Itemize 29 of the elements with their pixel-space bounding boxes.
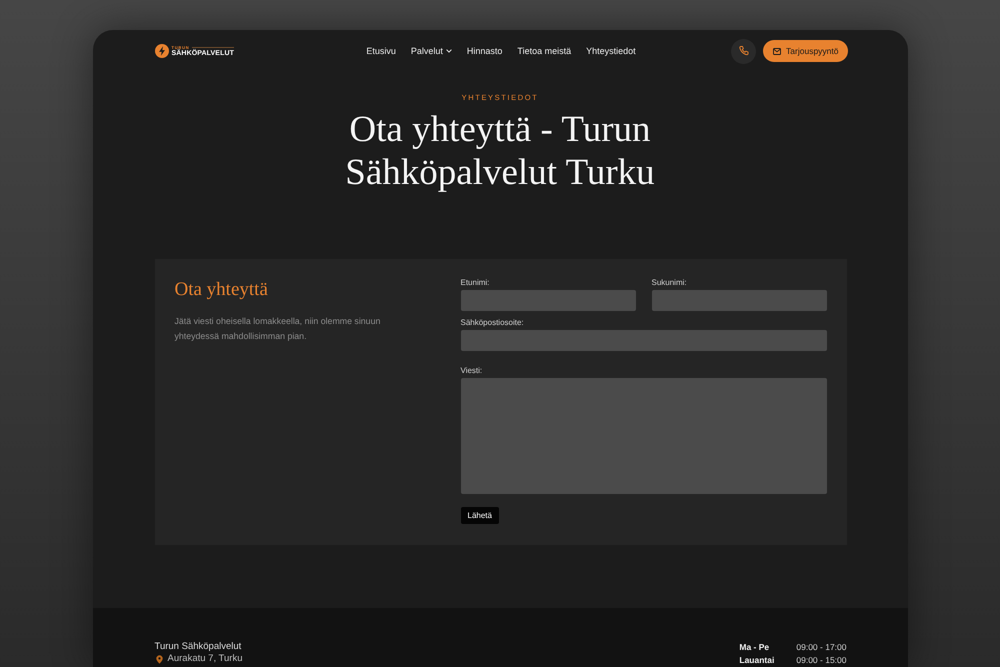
opening-hours: 09:00 - 17:00 [796, 641, 846, 653]
opening-days: Lauantai [739, 654, 796, 666]
mail-icon [773, 48, 782, 54]
input-field[interactable] [460, 330, 826, 351]
lightning-bolt-icon [154, 44, 168, 58]
field-label: Sukunimi: [652, 278, 688, 288]
nav-link[interactable]: Hinnasto [466, 46, 502, 56]
message-field[interactable] [460, 378, 826, 494]
address-text: Aurakatu 7, Turku [168, 653, 242, 665]
phone-icon [738, 46, 749, 56]
nav-link[interactable]: Etusivu [366, 46, 396, 56]
nav-link[interactable]: Palvelut [410, 46, 452, 56]
submit-button[interactable]: Lähetä [460, 507, 499, 524]
field-label: Viesti: [460, 366, 484, 376]
opening-days: Ma - Pe [739, 641, 796, 653]
nav-link[interactable]: Tietoa meistä [517, 46, 572, 56]
nav-link[interactable]: Yhteystiedot [586, 46, 636, 56]
input-field[interactable] [652, 290, 826, 311]
field-label: Sähköpostiosoite: [460, 318, 525, 328]
company-name: Turun Sähköpalvelut [154, 641, 242, 653]
input-field[interactable] [460, 290, 636, 311]
field-label: Etunimi: [460, 278, 490, 288]
quote-request-button[interactable]: Tarjouspyyntö [763, 40, 848, 62]
opening-hours: 09:00 - 15:00 [796, 654, 846, 666]
phone-button[interactable] [731, 38, 756, 64]
card-description: Jätä viesti oheisella lomakkeella, niin olemme sinuun yhteydessä mahdollisimman pian. [174, 315, 382, 343]
card-heading: Ota yhteyttä [174, 279, 269, 301]
page-title: Ota yhteyttä - Turun Sähköpalvelut Turku [344, 108, 656, 194]
location-pin-icon [156, 654, 162, 664]
